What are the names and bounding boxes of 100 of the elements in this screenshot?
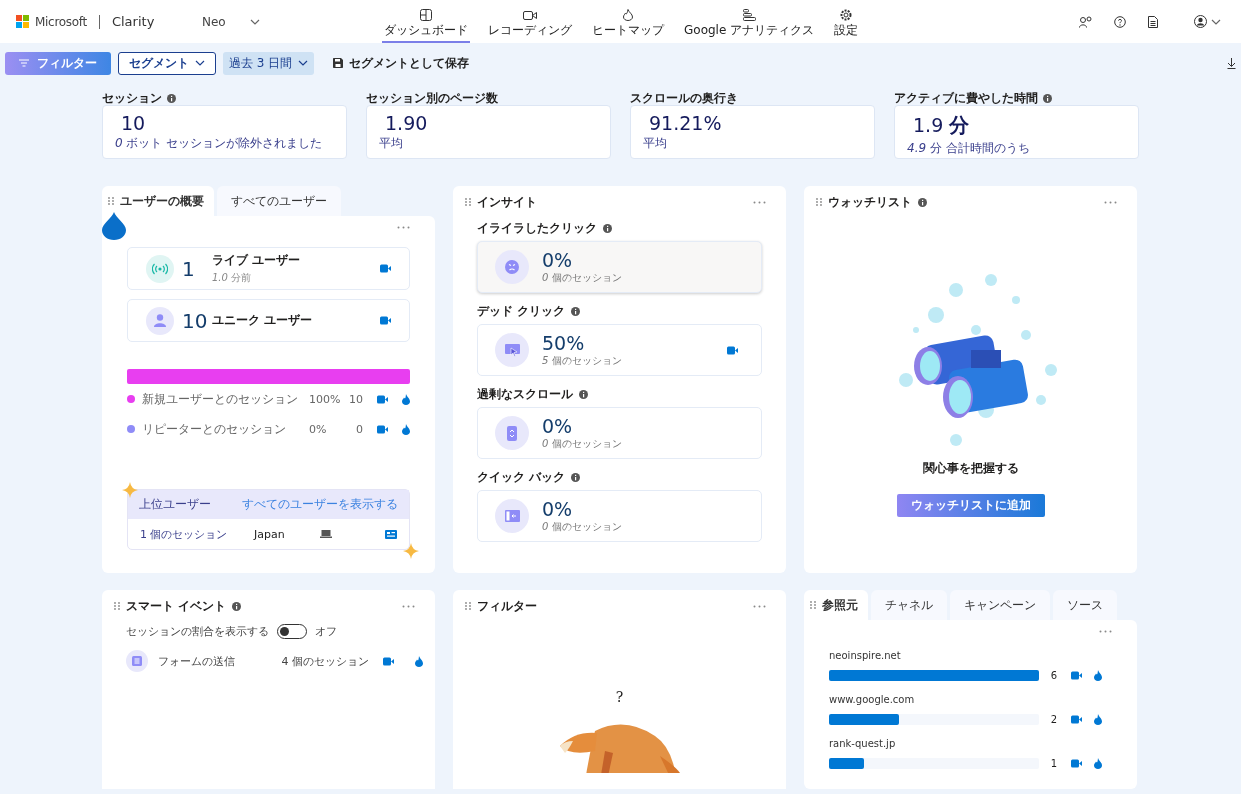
tab[interactable]: キャンペーン — [950, 590, 1050, 620]
help-icon[interactable] — [1114, 15, 1126, 28]
insight-percent: 0% — [542, 249, 574, 271]
watchlist-message: 関心事を把握する — [922, 460, 1019, 477]
flame-icon[interactable] — [1094, 669, 1102, 681]
video-icon[interactable] — [377, 424, 388, 434]
user-count: 1 — [182, 256, 196, 281]
sparkle-icon — [403, 543, 419, 559]
flame-icon[interactable] — [415, 655, 423, 667]
more-icon[interactable] — [1099, 630, 1112, 633]
share-people-icon[interactable] — [1079, 15, 1092, 28]
flame-icon[interactable] — [402, 393, 410, 405]
referrer-name: rank-quest.jp — [829, 738, 897, 751]
microsoft-logo — [16, 15, 29, 28]
insight-card[interactable]: 0% 0 個のセッション — [477, 407, 762, 459]
account-icon[interactable] — [1194, 15, 1207, 28]
insight-sessions: 5 個のセッション — [542, 354, 623, 368]
stat-value: 1.9 分 — [913, 112, 971, 139]
insight-card[interactable]: 0% 0 個のセッション — [477, 241, 762, 293]
toggle-state: オフ — [315, 624, 337, 639]
more-icon[interactable] — [397, 226, 410, 229]
save-segment-button[interactable]: セグメントとして保存 — [321, 51, 482, 75]
nav-tab[interactable]: 設定 — [832, 7, 861, 43]
referrer-count: 1 — [1049, 757, 1057, 769]
info-icon — [571, 472, 581, 482]
question-mark: ? — [615, 689, 624, 705]
video-icon[interactable] — [1071, 758, 1082, 768]
drag-handle-icon[interactable] — [114, 602, 120, 610]
sparkle-icon — [122, 482, 138, 498]
more-icon[interactable] — [753, 200, 766, 204]
droplet-icon — [102, 212, 126, 240]
cursor-screen-icon — [504, 343, 520, 357]
referrer-name: neoinspire.net — [829, 650, 902, 663]
flame-icon[interactable] — [402, 423, 410, 435]
insight-card[interactable]: 50% 5 個のセッション — [477, 324, 762, 376]
toggle-switch[interactable] — [277, 624, 307, 639]
drag-handle-icon[interactable] — [810, 601, 816, 609]
chevron-down-icon — [1211, 18, 1221, 25]
more-icon[interactable] — [402, 604, 415, 608]
chevron-down-icon — [195, 60, 205, 66]
chevron-down-icon — [298, 60, 309, 66]
nav-tab[interactable]: レコーディング — [486, 8, 574, 43]
download-icon[interactable] — [1227, 57, 1236, 69]
session-count: 1 個のセッション — [140, 526, 229, 542]
drag-handle-icon[interactable] — [108, 197, 114, 205]
video-icon[interactable] — [380, 316, 391, 325]
stat-label: アクティブに費やした時間 — [894, 89, 1038, 107]
nav-tab[interactable]: ヒートマップ — [590, 7, 666, 43]
project-name[interactable]: Neo — [202, 14, 226, 29]
stat-value: 1.90 — [385, 112, 429, 134]
video-icon[interactable] — [377, 394, 388, 404]
frown-face-icon — [505, 260, 519, 274]
product-name: Clarity — [111, 14, 155, 29]
nav-tab[interactable]: ダッシュボード — [382, 7, 470, 43]
country: Japan — [254, 527, 286, 541]
drag-handle-icon[interactable] — [465, 602, 471, 610]
more-icon[interactable] — [1104, 200, 1117, 204]
tab[interactable]: チャネル — [871, 590, 947, 620]
insight-sessions: 0 個のセッション — [542, 520, 623, 534]
tab[interactable]: すべてのユーザー — [217, 186, 341, 216]
tab[interactable]: ソース — [1053, 590, 1117, 620]
document-icon[interactable] — [1148, 15, 1158, 28]
user-label: ライブ ユーザー — [212, 252, 302, 269]
insight-percent: 0% — [542, 498, 574, 520]
stat-value: 91.21% — [649, 112, 723, 134]
more-icon[interactable] — [753, 604, 766, 608]
video-icon[interactable] — [1071, 670, 1082, 680]
filter-icon — [19, 59, 29, 67]
stat-label: スクロールの奥行き — [630, 89, 738, 107]
flame-icon[interactable] — [1094, 757, 1102, 769]
video-icon[interactable] — [727, 345, 738, 355]
drag-handle-icon[interactable] — [816, 198, 822, 206]
segment-percent: 0% — [309, 422, 328, 436]
drag-handle-icon[interactable] — [465, 198, 471, 206]
video-icon[interactable] — [1071, 714, 1082, 724]
insight-percent: 50% — [542, 332, 586, 354]
video-icon[interactable] — [380, 264, 391, 273]
live-signal-icon — [152, 262, 168, 275]
tab[interactable]: ユーザーの概要 — [102, 186, 214, 216]
card-title: フィルター — [477, 597, 537, 615]
insight-card[interactable]: 0% 0 個のセッション — [477, 490, 762, 542]
add-to-watchlist-button[interactable]: ウォッチリストに追加 — [896, 494, 1045, 517]
segment-dropdown[interactable]: セグメント — [118, 51, 216, 75]
scroll-phone-icon — [507, 425, 517, 441]
nav-tab[interactable]: Google アナリティクス — [682, 7, 817, 43]
event-sessions: 4 個のセッション — [281, 653, 369, 669]
brand-name: Microsoft — [35, 14, 87, 29]
video-camera-icon — [523, 10, 537, 21]
video-icon[interactable] — [383, 656, 394, 666]
form-icon — [132, 656, 142, 666]
id-card-icon[interactable] — [385, 529, 397, 539]
flame-icon — [623, 9, 633, 21]
stat-label: セッション — [102, 89, 162, 107]
toggle-label: セッションの割合を表示する — [126, 624, 269, 639]
segment-count: 10 — [348, 392, 363, 406]
flame-icon[interactable] — [1094, 713, 1102, 725]
stat-note: 平均 — [379, 135, 404, 152]
date-range-dropdown[interactable]: 過去 3 日間 — [223, 51, 315, 75]
stat-value: 10 — [121, 112, 147, 134]
tab[interactable]: 参照元 — [804, 590, 868, 620]
